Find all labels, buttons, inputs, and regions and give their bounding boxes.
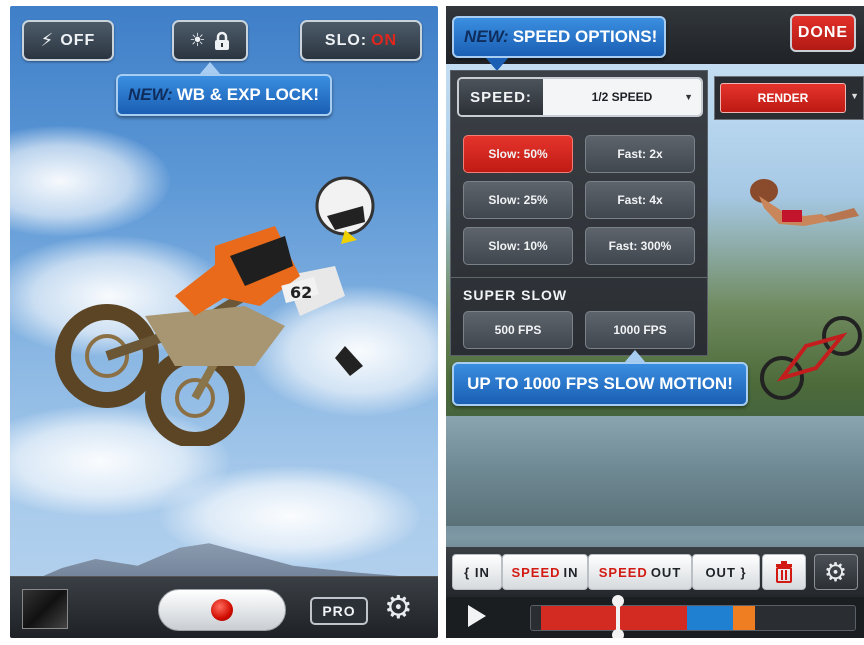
divider [451,277,707,278]
speed-in-suffix: IN [563,564,579,580]
timeline-segment-blue [687,606,733,630]
caret-down-icon[interactable]: ▼ [850,91,859,101]
super-slow-500fps[interactable]: 500 FPS [463,311,573,349]
render-button[interactable]: RENDER [720,83,846,113]
timeline-segment-end [755,606,855,630]
mark-out-button[interactable]: OUT } [692,554,760,590]
speed-selected-value: 1/2 SPEED [591,90,653,104]
trash-icon [776,561,792,583]
flash-toggle-button[interactable]: ⚡ OFF [22,20,114,61]
new-badge: NEW: [464,27,509,46]
timeline-segment-red [541,606,687,630]
lightning-icon: ⚡ [40,30,55,50]
playhead-handle[interactable] [612,595,624,638]
done-button[interactable]: DONE [790,14,856,52]
speed-option-slow-50[interactable]: Slow: 50% [463,135,573,173]
app-screenshot: 62 ⚡ OFF ☀ SLO: ON NEW: WB & EXP LOCK! P… [0,0,864,645]
speed-options-tooltip: NEW: SPEED OPTIONS! [452,16,666,58]
mark-in-button[interactable]: { IN [452,554,502,590]
slo-label: SLO: [324,31,368,49]
lake [446,416,864,526]
tooltip-text: UP TO 1000 FPS SLOW MOTION! [467,374,733,393]
speed-options-panel: SPEED: 1/2 SPEED ▼ Slow: 50% Fast: 2x Sl… [450,70,708,356]
speed-label: SPEED: [459,79,543,115]
edit-toolbar: { IN SPEED IN SPEED OUT OUT } ⚙ [446,547,864,597]
gear-icon: ⚙ [823,557,849,587]
settings-button[interactable]: ⚙ [814,554,858,590]
speed-selector[interactable]: SPEED: 1/2 SPEED ▼ [457,77,703,117]
slo-state-value: ON [371,31,398,49]
speed-option-slow-25[interactable]: Slow: 25% [463,181,573,219]
super-slow-1000fps[interactable]: 1000 FPS [585,311,695,349]
caret-down-icon: ▼ [684,92,693,102]
record-dot-icon [211,599,233,621]
speed-option-fast-2x[interactable]: Fast: 2x [585,135,695,173]
super-slow-label: SUPER SLOW [463,287,568,303]
bicycle-image [760,316,862,400]
speed-option-slow-10[interactable]: Slow: 10% [463,227,573,265]
tooltip-text: SPEED OPTIONS! [512,27,658,46]
camera-bottom-bar: PRO ⚙ [10,576,438,638]
delete-button[interactable] [762,554,806,590]
camera-screen: 62 ⚡ OFF ☀ SLO: ON NEW: WB & EXP LOCK! P… [10,6,438,638]
speed-out-button[interactable]: SPEED OUT [588,554,692,590]
render-control: RENDER ▼ [714,76,864,120]
speed-option-fast-300[interactable]: Fast: 300% [585,227,695,265]
speed-in-prefix: SPEED [511,564,561,580]
speed-out-prefix: SPEED [598,564,648,580]
speed-option-fast-4x[interactable]: Fast: 4x [585,181,695,219]
fps-tooltip: UP TO 1000 FPS SLOW MOTION! [452,362,748,406]
wb-exp-lock-tooltip: NEW: WB & EXP LOCK! [116,74,332,116]
svg-text:62: 62 [290,283,312,302]
motocross-rider-image: 62 [55,176,375,446]
editor-screen: DONE NEW: SPEED OPTIONS! RENDER ▼ SPEED:… [446,6,864,638]
tooltip-text: WB & EXP LOCK! [176,85,320,104]
slo-toggle-button[interactable]: SLO: ON [300,20,422,61]
play-icon[interactable] [468,605,486,627]
wb-exp-lock-button[interactable]: ☀ [172,20,248,61]
new-badge: NEW: [128,85,173,104]
timeline-segment-start [531,606,541,630]
pro-button[interactable]: PRO [310,597,368,625]
sun-icon: ☀ [189,30,207,50]
speed-in-button[interactable]: SPEED IN [502,554,588,590]
speed-dropdown[interactable]: 1/2 SPEED ▼ [543,79,701,115]
record-button[interactable] [158,589,286,631]
playback-bar [446,595,864,638]
timeline[interactable] [530,605,856,631]
timeline-segment-orange [733,606,755,630]
lock-icon [214,31,229,50]
diver-image [750,179,859,226]
gear-icon[interactable]: ⚙ [384,591,413,623]
film-roll-icon[interactable] [22,589,68,629]
flash-state-label: OFF [60,31,96,49]
speed-out-suffix: OUT [650,564,682,580]
